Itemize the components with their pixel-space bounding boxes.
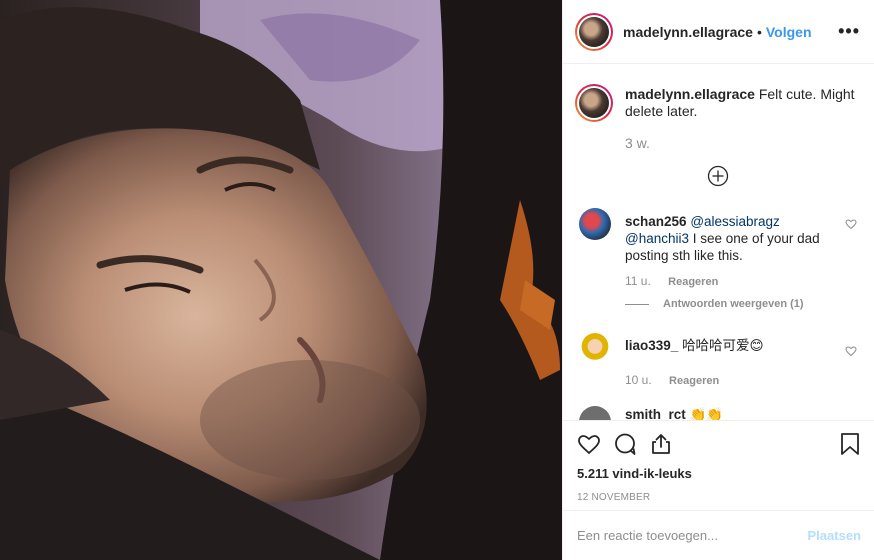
- caption-text: madelynn.ellagrace Felt cute. Might dele…: [625, 86, 858, 122]
- view-replies-button[interactable]: Antwoorden weergeven (1): [625, 298, 863, 310]
- comment-item: schan256 @alessiabragz @hanchii3 I see o…: [579, 208, 863, 310]
- commenter-avatar[interactable]: [579, 406, 611, 420]
- comment-heart-icon[interactable]: [845, 344, 857, 360]
- heart-icon[interactable]: [577, 432, 601, 456]
- comment-item: smith_rct 👏👏: [579, 406, 863, 420]
- comment-text: schan256 @alessiabragz @hanchii3 I see o…: [625, 213, 863, 264]
- post-photo[interactable]: [0, 0, 562, 560]
- comment-text: smith_rct 👏👏: [625, 406, 863, 420]
- replies-divider: [625, 303, 649, 305]
- comment-time: 10 u.: [625, 373, 652, 387]
- commenter-avatar[interactable]: [579, 332, 611, 364]
- bookmark-icon[interactable]: [839, 432, 861, 456]
- author-username[interactable]: madelynn.ellagrace: [623, 24, 753, 40]
- comment-mention[interactable]: @hanchii3: [625, 231, 689, 246]
- caption-time: 3 w.: [625, 135, 650, 151]
- reply-button[interactable]: Reageren: [669, 375, 719, 387]
- like-count[interactable]: 5.211 vind-ik-leuks: [577, 466, 861, 481]
- follow-button[interactable]: Volgen: [766, 24, 812, 40]
- comment-item: liao339_ 哈哈哈可爱😊 10 u. Reageren: [579, 332, 863, 387]
- comment-body: 哈哈哈可爱😊: [682, 338, 764, 353]
- author-avatar[interactable]: [575, 12, 613, 51]
- comment-clip: smith_rct 👏👏: [563, 400, 874, 420]
- add-circle-icon[interactable]: [707, 165, 729, 187]
- separator-dot: •: [756, 23, 762, 40]
- more-icon[interactable]: •••: [838, 21, 862, 42]
- selfie-image: [0, 0, 562, 560]
- comment-text: liao339_ 哈哈哈可爱😊: [625, 337, 863, 364]
- caption-username[interactable]: madelynn.ellagrace: [625, 86, 755, 102]
- post-caption: madelynn.ellagrace Felt cute. Might dele…: [563, 64, 874, 122]
- post-header: madelynn.ellagrace • Volgen •••: [563, 0, 874, 64]
- comment-username[interactable]: schan256: [625, 214, 687, 229]
- share-icon[interactable]: [649, 432, 673, 456]
- comment-meta: 11 u. Reageren: [625, 274, 863, 288]
- comment-mention[interactable]: @alessiabragz: [690, 214, 780, 229]
- add-comment-bar: Plaatsen: [563, 510, 874, 560]
- action-icons: [577, 431, 861, 457]
- commenter-avatar[interactable]: [579, 208, 611, 240]
- comment-body: 👏👏: [689, 407, 724, 420]
- comment-meta: 10 u. Reageren: [625, 373, 863, 387]
- comment-username[interactable]: smith_rct: [625, 407, 686, 420]
- reply-button[interactable]: Reageren: [668, 276, 718, 288]
- post-modal: madelynn.ellagrace • Volgen ••• madelynn…: [0, 0, 874, 560]
- comment-heart-icon[interactable]: [845, 217, 857, 233]
- comment-username[interactable]: liao339_: [625, 338, 678, 353]
- post-actions: 5.211 vind-ik-leuks 12 NOVEMBER: [563, 420, 874, 503]
- comment-time: 11 u.: [625, 274, 651, 288]
- post-comment-button[interactable]: Plaatsen: [808, 528, 861, 543]
- comment-icon[interactable]: [613, 432, 637, 456]
- caption-avatar[interactable]: [575, 84, 613, 122]
- comment-input[interactable]: [577, 528, 808, 543]
- post-date: 12 NOVEMBER: [577, 492, 651, 503]
- view-replies-label: Antwoorden weergeven (1): [663, 298, 804, 310]
- comments-panel: madelynn.ellagrace • Volgen ••• madelynn…: [562, 0, 874, 560]
